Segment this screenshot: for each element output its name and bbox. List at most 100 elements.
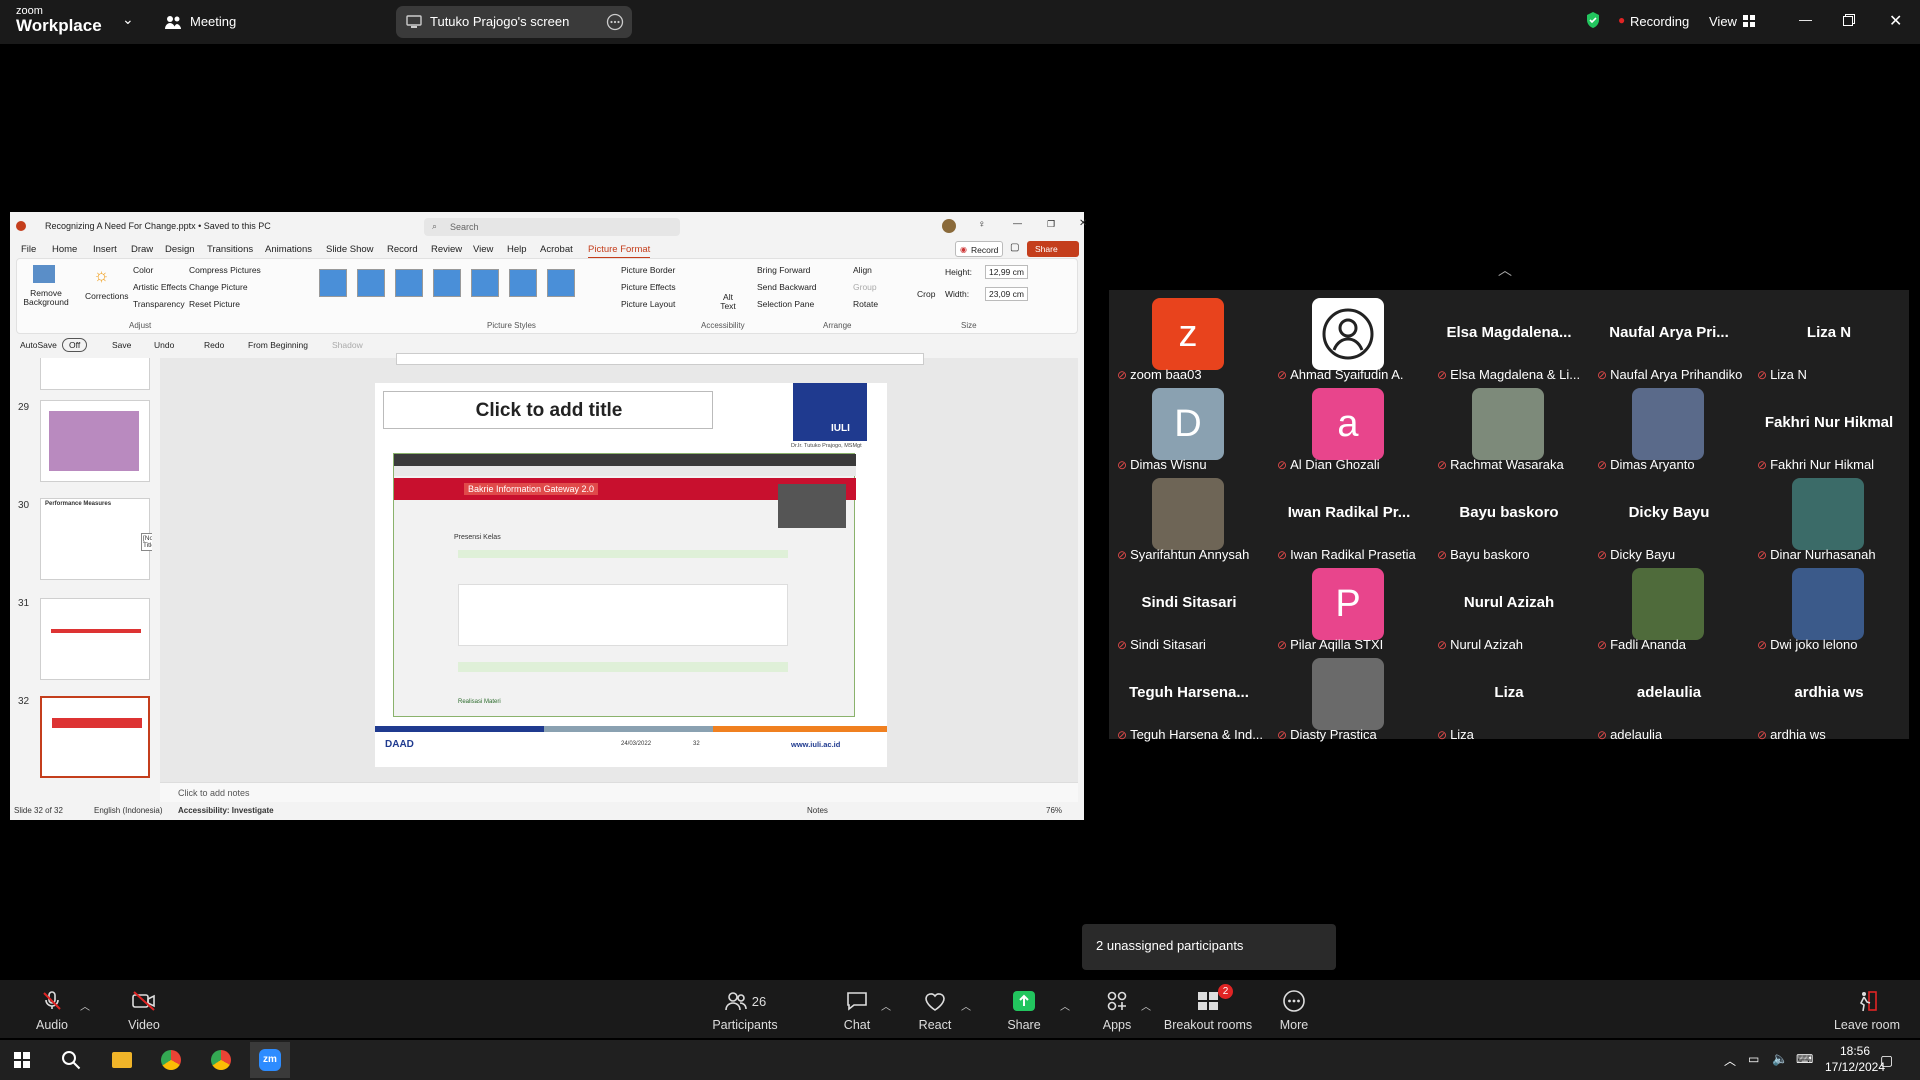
- participant-tile[interactable]: z ⊘ zoom baa03: [1109, 290, 1269, 382]
- accessibility-status[interactable]: Accessibility: Investigate: [178, 806, 274, 815]
- slide-thumbnail-29[interactable]: [40, 400, 150, 482]
- alt-text-button[interactable]: Alt Text: [717, 292, 739, 312]
- picture-styles-gallery[interactable]: [319, 269, 591, 297]
- tab-draw[interactable]: Draw: [131, 244, 153, 255]
- save-button[interactable]: Save: [112, 340, 131, 350]
- height-input[interactable]: 12,99 cm: [985, 265, 1028, 279]
- title-placeholder[interactable]: Click to add title: [383, 391, 713, 429]
- zoom-taskbar-active[interactable]: zm: [250, 1042, 290, 1078]
- tab-file[interactable]: File: [21, 244, 36, 255]
- undo-button[interactable]: Undo: [154, 340, 174, 350]
- participant-tile[interactable]: Iwan Radikal Pr... ⊘ Iwan Radikal Prasetia: [1269, 470, 1429, 562]
- participant-tile[interactable]: ⊘ Diasty Prastica: [1269, 650, 1429, 742]
- search-icon[interactable]: [61, 1050, 81, 1070]
- audio-options-caret-icon[interactable]: ︿: [80, 998, 90, 1013]
- redo-button[interactable]: Redo: [204, 340, 224, 350]
- unassigned-participants-banner[interactable]: 2 unassigned participants: [1082, 924, 1336, 970]
- compress-pictures-button[interactable]: Compress Pictures: [189, 265, 261, 275]
- view-label[interactable]: View: [1709, 14, 1737, 29]
- shield-icon[interactable]: [1585, 11, 1601, 29]
- comments-icon[interactable]: ▢: [1010, 242, 1019, 253]
- participant-tile[interactable]: ⊘ Dimas Aryanto: [1589, 380, 1749, 472]
- share-button[interactable]: Share: [1027, 241, 1079, 257]
- tab-design[interactable]: Design: [165, 244, 195, 255]
- shadow-button[interactable]: Shadow: [332, 340, 363, 350]
- participant-tile[interactable]: Dicky Bayu ⊘ Dicky Bayu: [1589, 470, 1749, 562]
- change-picture-button[interactable]: Change Picture: [189, 282, 248, 292]
- rotate-button[interactable]: Rotate: [853, 299, 878, 309]
- crop-button[interactable]: Crop: [917, 289, 935, 299]
- windows-start-icon[interactable]: [14, 1052, 30, 1068]
- transparency-button[interactable]: Transparency: [133, 299, 185, 309]
- participant-tile[interactable]: ⊘ Fadli Ananda: [1589, 560, 1749, 652]
- picture-style-thumb[interactable]: [471, 269, 499, 297]
- participant-tile[interactable]: ⊘ Rachmat Wasaraka: [1429, 380, 1589, 472]
- participant-tile[interactable]: a ⊘ Al Dian Ghozali: [1269, 380, 1429, 472]
- language-label[interactable]: English (Indonesia): [94, 806, 162, 815]
- participant-tile[interactable]: Nurul Azizah ⊘ Nurul Azizah: [1429, 560, 1589, 652]
- remove-background-button[interactable]: Remove Background: [23, 288, 69, 308]
- selection-pane-button[interactable]: Selection Pane: [757, 299, 814, 309]
- leave-room-button[interactable]: Leave room: [1822, 988, 1912, 1032]
- tray-expand-icon[interactable]: ︿: [1724, 1052, 1736, 1069]
- chevron-down-icon[interactable]: ⌄: [122, 11, 134, 28]
- tab-help[interactable]: Help: [507, 244, 527, 255]
- tab-view[interactable]: View: [473, 244, 493, 255]
- tab-home[interactable]: Home: [52, 244, 77, 255]
- slide-thumbnail-30[interactable]: Performance Measures [No Title]: [40, 498, 152, 580]
- screenshot-image[interactable]: Bakrie Information Gateway 2.0 Presensi …: [393, 453, 856, 717]
- participant-tile[interactable]: D ⊘ Dimas Wisnu: [1109, 380, 1269, 472]
- close-icon[interactable]: ✕: [1079, 218, 1087, 229]
- participant-tile[interactable]: ⊘ Dinar Nurhasanah: [1749, 470, 1909, 562]
- volume-icon[interactable]: 🔈: [1772, 1051, 1788, 1067]
- search-box[interactable]: ⌕ Search: [424, 218, 680, 236]
- restore-icon[interactable]: [1843, 14, 1855, 26]
- autosave-toggle[interactable]: Off: [62, 338, 88, 352]
- share-button[interactable]: Share: [979, 988, 1069, 1032]
- participant-tile[interactable]: Liza ⊘ Liza: [1429, 650, 1589, 742]
- current-slide[interactable]: Click to add title IULI Dr.Ir. Tutuko Pr…: [375, 383, 887, 767]
- participant-tile[interactable]: ⊘ Syarifahtun Annysah: [1109, 470, 1269, 562]
- slide-thumbnail[interactable]: [40, 358, 150, 390]
- participant-tile[interactable]: Bayu baskoro ⊘ Bayu baskoro: [1429, 470, 1589, 562]
- slide-thumbnail-32[interactable]: [40, 696, 150, 778]
- chrome-profile-icon[interactable]: [211, 1050, 231, 1070]
- notes-button[interactable]: Notes: [807, 806, 828, 815]
- share-options-caret-icon[interactable]: ︿: [1060, 998, 1070, 1013]
- tab-review[interactable]: Review: [431, 244, 462, 255]
- participant-tile[interactable]: ⊘ Ahmad Syaifudin A.: [1269, 290, 1429, 382]
- breakout-rooms-button[interactable]: 2 Breakout rooms: [1158, 984, 1258, 1032]
- chrome-icon[interactable]: [161, 1050, 181, 1070]
- tab-transitions[interactable]: Transitions: [207, 244, 253, 255]
- apps-options-caret-icon[interactable]: ︿: [1141, 998, 1151, 1013]
- participant-tile[interactable]: Elsa Magdalena... ⊘ Elsa Magdalena & Li...: [1429, 290, 1589, 382]
- tab-record[interactable]: Record: [387, 244, 418, 255]
- from-beginning-button[interactable]: From Beginning: [248, 340, 308, 350]
- file-title[interactable]: Recognizing A Need For Change.pptx • Sav…: [45, 221, 271, 231]
- participant-tile[interactable]: Teguh Harsena... ⊘ Teguh Harsena & Ind...: [1109, 650, 1269, 742]
- participants-button[interactable]: 26 Participants: [700, 988, 790, 1032]
- zoom-workplace-logo[interactable]: zoom Workplace: [16, 6, 102, 35]
- zoom-level[interactable]: 76%: [1046, 806, 1062, 815]
- more-button[interactable]: More: [1249, 988, 1339, 1032]
- meeting-label[interactable]: Meeting: [190, 14, 236, 29]
- tab-animations[interactable]: Animations: [265, 244, 312, 255]
- restore-icon[interactable]: ❐: [1047, 219, 1055, 230]
- network-icon[interactable]: ▭: [1748, 1052, 1759, 1066]
- avatar[interactable]: [942, 219, 956, 233]
- participant-tile[interactable]: Fakhri Nur Hikmal ⊘ Fakhri Nur Hikmal: [1749, 380, 1909, 472]
- group-button[interactable]: Group: [853, 282, 877, 292]
- slide-thumbnail-31[interactable]: [40, 598, 150, 680]
- participant-tile[interactable]: Liza N ⊘ Liza N: [1749, 290, 1909, 382]
- send-backward-button[interactable]: Send Backward: [757, 282, 817, 292]
- artistic-effects-button[interactable]: Artistic Effects: [133, 282, 187, 292]
- participant-tile[interactable]: Naufal Arya Pri... ⊘ Naufal Arya Prihandik…: [1589, 290, 1749, 382]
- notifications-icon[interactable]: ▢: [1880, 1052, 1893, 1069]
- picture-layout-button[interactable]: Picture Layout: [621, 299, 675, 309]
- reset-picture-button[interactable]: Reset Picture: [189, 299, 240, 309]
- close-icon[interactable]: ✕: [1889, 11, 1902, 31]
- picture-border-button[interactable]: Picture Border: [621, 265, 675, 275]
- recording-label[interactable]: Recording: [1630, 14, 1689, 29]
- participant-tile[interactable]: adelaulia ⊘ adelaulia: [1589, 650, 1749, 742]
- video-button[interactable]: Video: [99, 988, 189, 1032]
